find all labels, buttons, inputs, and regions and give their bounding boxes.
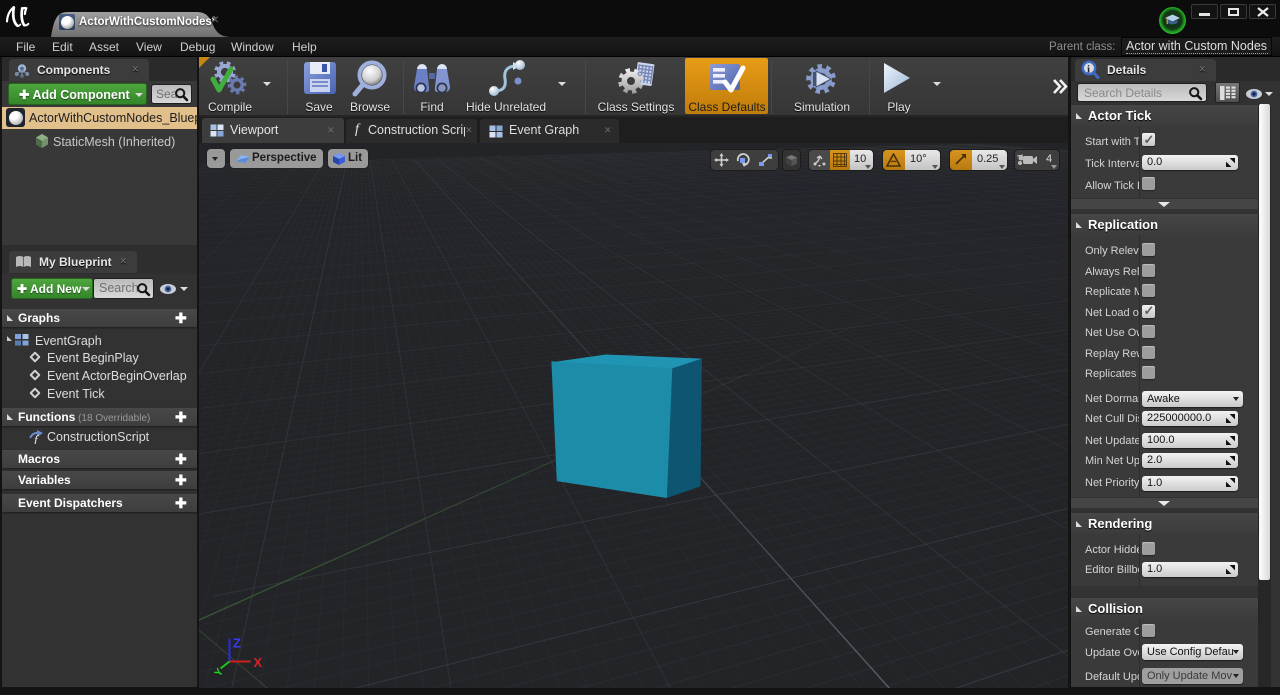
svg-text:Z: Z — [233, 636, 241, 651]
svg-text:Y: Y — [212, 666, 226, 679]
svg-text:i: i — [1087, 64, 1090, 76]
svg-text:X: X — [254, 655, 263, 670]
